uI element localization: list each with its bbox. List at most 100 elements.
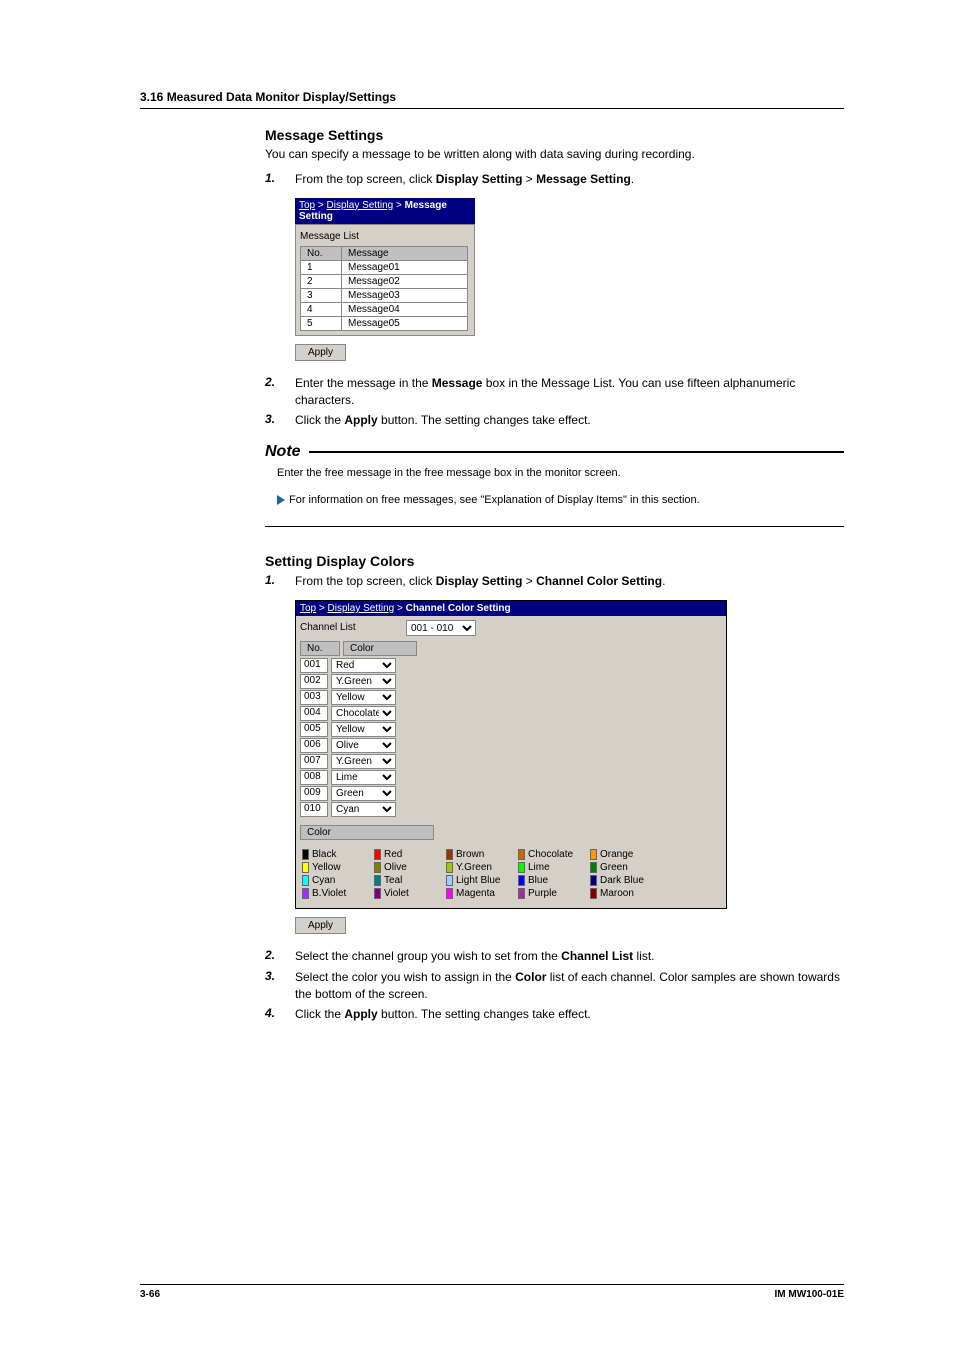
color-swatch: Teal: [374, 875, 446, 886]
channel-no: 006: [300, 738, 328, 753]
message-settings-intro: You can specify a message to be written …: [265, 147, 844, 161]
cell-no[interactable]: 1: [301, 260, 342, 274]
note-rule: [309, 451, 844, 453]
color-swatch: Magenta: [446, 888, 518, 899]
cell-message[interactable]: Message03: [342, 288, 468, 302]
color-swatch: Blue: [518, 875, 590, 886]
step-text: Click the Apply button. The setting chan…: [295, 1006, 844, 1023]
note-crossref: For information on free messages, see "E…: [277, 492, 840, 509]
channel-row: 005Yellow: [300, 722, 722, 737]
color-swatch: Black: [302, 849, 374, 860]
note-text: Enter the free message in the free messa…: [277, 465, 840, 482]
color-swatch: Light Blue: [446, 875, 518, 886]
breadcrumb-link[interactable]: Top: [300, 603, 316, 614]
step-number: 2.: [265, 375, 295, 409]
channel-row: 002Y.Green: [300, 674, 722, 689]
channel-color-select[interactable]: Y.Green: [331, 754, 396, 769]
table-row: 2Message02: [301, 274, 468, 288]
color-swatch: Y.Green: [446, 862, 518, 873]
table-row: 4Message04: [301, 302, 468, 316]
note-label: Note: [265, 443, 301, 461]
channel-color-select[interactable]: Chocolate: [331, 706, 396, 721]
cell-message[interactable]: Message01: [342, 260, 468, 274]
cell-no[interactable]: 3: [301, 288, 342, 302]
channel-color-select[interactable]: Green: [331, 786, 396, 801]
breadcrumb-current: Channel Color Setting: [406, 603, 511, 614]
section-header: 3.16 Measured Data Monitor Display/Setti…: [140, 90, 844, 109]
color-palette-label: Color: [300, 825, 434, 840]
channel-no: 003: [300, 690, 328, 705]
channel-row: 010Cyan: [300, 802, 722, 817]
doc-id: IM MW100-01E: [775, 1289, 844, 1300]
channel-list-label: Channel List: [300, 622, 400, 633]
cell-message[interactable]: Message02: [342, 274, 468, 288]
color-swatch: Violet: [374, 888, 446, 899]
step-text: Click the Apply button. The setting chan…: [295, 412, 844, 429]
step-text: From the top screen, click Display Setti…: [295, 573, 844, 590]
step-text: Select the channel group you wish to set…: [295, 948, 844, 965]
breadcrumb-link[interactable]: Display Setting: [328, 603, 395, 614]
color-swatch: Green: [590, 862, 662, 873]
col-no: No.: [301, 246, 342, 260]
display-colors-heading: Setting Display Colors: [265, 553, 844, 569]
cell-message[interactable]: Message04: [342, 302, 468, 316]
table-row: 1Message01: [301, 260, 468, 274]
channel-color-select[interactable]: Y.Green: [331, 674, 396, 689]
color-swatch: Cyan: [302, 875, 374, 886]
channel-color-select[interactable]: Cyan: [331, 802, 396, 817]
apply-button[interactable]: Apply: [295, 917, 346, 934]
cell-no[interactable]: 4: [301, 302, 342, 316]
step-text: Enter the message in the Message box in …: [295, 375, 844, 409]
step-text: Select the color you wish to assign in t…: [295, 969, 844, 1003]
color-swatch: Maroon: [590, 888, 662, 899]
message-setting-screenshot: Top > Display Setting > Message Setting …: [295, 198, 475, 361]
color-swatch: Purple: [518, 888, 590, 899]
channel-color-select[interactable]: Yellow: [331, 690, 396, 705]
triangle-icon: [277, 495, 285, 505]
channel-row: 008Lime: [300, 770, 722, 785]
color-swatch: Lime: [518, 862, 590, 873]
color-swatch: Dark Blue: [590, 875, 662, 886]
channel-row: 001Red: [300, 658, 722, 673]
col-color: Color: [343, 641, 417, 656]
channel-color-select[interactable]: Olive: [331, 738, 396, 753]
color-swatch: Yellow: [302, 862, 374, 873]
channel-color-select[interactable]: Yellow: [331, 722, 396, 737]
channel-no: 010: [300, 802, 328, 817]
channel-no: 007: [300, 754, 328, 769]
channel-range-select[interactable]: 001 - 010: [406, 620, 476, 636]
channel-row: 007Y.Green: [300, 754, 722, 769]
color-swatch: Red: [374, 849, 446, 860]
channel-color-select[interactable]: Lime: [331, 770, 396, 785]
step-text: From the top screen, click Display Setti…: [295, 171, 844, 188]
color-swatch: Chocolate: [518, 849, 590, 860]
channel-row: 009Green: [300, 786, 722, 801]
breadcrumb-link[interactable]: Top: [299, 200, 315, 211]
step-number: 4.: [265, 1006, 295, 1023]
channel-no: 008: [300, 770, 328, 785]
col-no: No.: [300, 641, 340, 656]
step-number: 3.: [265, 969, 295, 1003]
channel-no: 004: [300, 706, 328, 721]
channel-no: 001: [300, 658, 328, 673]
apply-button[interactable]: Apply: [295, 344, 346, 361]
channel-row: 004Chocolate: [300, 706, 722, 721]
page-number: 3-66: [140, 1289, 160, 1300]
col-message: Message: [342, 246, 468, 260]
channel-no: 005: [300, 722, 328, 737]
color-swatch: Orange: [590, 849, 662, 860]
channel-no: 002: [300, 674, 328, 689]
cell-no[interactable]: 5: [301, 316, 342, 330]
channel-no: 009: [300, 786, 328, 801]
channel-color-select[interactable]: Red: [331, 658, 396, 673]
cell-message[interactable]: Message05: [342, 316, 468, 330]
channel-color-screenshot: Top > Display Setting > Channel Color Se…: [295, 600, 844, 934]
message-settings-heading: Message Settings: [265, 127, 844, 143]
cell-no[interactable]: 2: [301, 274, 342, 288]
step-number: 1.: [265, 171, 295, 188]
table-row: 5Message05: [301, 316, 468, 330]
channel-row: 006Olive: [300, 738, 722, 753]
color-swatch: Olive: [374, 862, 446, 873]
breadcrumb-link[interactable]: Display Setting: [327, 200, 394, 211]
table-row: 3Message03: [301, 288, 468, 302]
